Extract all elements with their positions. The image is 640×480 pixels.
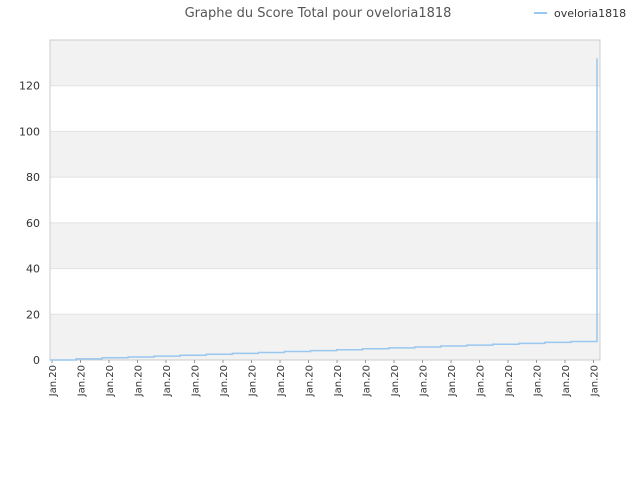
- x-tick-label: Jan.20: [48, 365, 59, 397]
- legend[interactable]: oveloria1818: [534, 7, 626, 20]
- x-tick-label: Jan.20: [476, 365, 487, 397]
- x-tick-label: Jan.20: [276, 365, 287, 397]
- x-tick-label: Jan.20: [533, 365, 544, 397]
- x-tick-label: Jan.20: [590, 365, 601, 397]
- y-tick-label: 20: [26, 308, 40, 321]
- x-tick-label: Jan.20: [219, 365, 230, 397]
- background-band: [50, 222, 600, 269]
- x-tick-label: Jan.20: [105, 365, 116, 397]
- x-tick-label: Jan.20: [248, 365, 259, 397]
- y-axis-ticks: 0 20 40 60 80 100 120: [19, 80, 40, 367]
- y-tick-label: 0: [33, 354, 40, 367]
- legend-label-oveloria1818: oveloria1818: [554, 7, 626, 20]
- x-tick-label: Jan.20: [419, 365, 430, 397]
- x-tick-label: Jan.20: [191, 365, 202, 397]
- background-band: [50, 177, 600, 223]
- x-tick-label: Jan.20: [333, 365, 344, 397]
- x-tick-label: Jan.20: [162, 365, 173, 397]
- y-tick-label: 100: [19, 125, 40, 138]
- y-tick-label: 80: [26, 171, 40, 184]
- x-tick-label: Jan.20: [362, 365, 373, 397]
- x-tick-label: Jan.20: [305, 365, 316, 397]
- x-axis-ticks: Jan.20 Jan.20 Jan.20 Jan.20 Jan.20 Jan.20 Jan.…: [48, 360, 601, 397]
- x-tick-label: Jan.20: [77, 365, 88, 397]
- background-band: [50, 131, 600, 178]
- chart-title: Graphe du Score Total pour oveloria1818: [185, 6, 452, 21]
- x-tick-label: Jan.20: [390, 365, 401, 397]
- x-tick-label: Jan.20: [504, 365, 515, 397]
- background-band: [50, 314, 600, 360]
- y-tick-label: 120: [19, 80, 40, 93]
- y-tick-label: 60: [26, 217, 40, 230]
- background-band: [50, 40, 600, 86]
- plot-background-bands: [50, 40, 600, 360]
- score-chart: 020406080100120 Jan.20 Jan.20 Jan.20 Jan.20…: [19, 6, 626, 397]
- y-tick-label: 40: [26, 263, 40, 276]
- x-tick-label: Jan.20: [447, 365, 458, 397]
- background-band: [50, 268, 600, 315]
- x-tick-label: Jan.20: [134, 365, 145, 397]
- x-tick-label: Jan.20: [561, 365, 572, 397]
- background-band: [50, 85, 600, 132]
